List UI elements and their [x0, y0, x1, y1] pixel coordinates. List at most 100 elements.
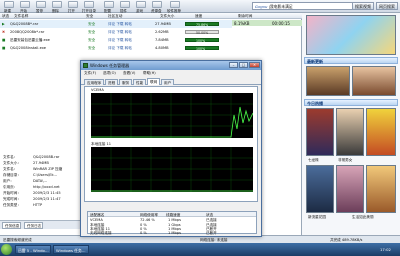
tab-performance[interactable]: 性能: [133, 79, 147, 85]
row-community: 评论 下载 转帖: [108, 30, 132, 34]
row-speed-cell: 8.1%KB 00:00:15: [232, 20, 302, 26]
poster-image[interactable]: [336, 108, 364, 156]
close-button[interactable]: ✕: [249, 62, 260, 68]
tab-users[interactable]: 用户: [161, 79, 175, 85]
tab-services[interactable]: 服务: [119, 79, 133, 85]
poster-image[interactable]: [306, 108, 334, 156]
col-community[interactable]: 社区互动: [108, 14, 122, 19]
maximize-button[interactable]: □: [239, 62, 248, 68]
col-filename[interactable]: 文件名称: [14, 14, 28, 19]
col-size[interactable]: 文件大小: [160, 14, 174, 19]
poster-image[interactable]: [336, 165, 364, 213]
banner-image[interactable]: [306, 15, 396, 55]
right-promo-panel: 最新更新 今日热播 七龙珠 非常男女 新流星花园 生活如此美丽: [302, 13, 400, 235]
table-row[interactable]: ■ Q&Q2008Install.exe 安全 评论 下载 转帖 4.80MB …: [0, 44, 232, 52]
col-safety[interactable]: 安全: [86, 14, 93, 19]
minimize-button[interactable]: –: [229, 62, 238, 68]
tab-processes[interactable]: 进程: [105, 79, 119, 85]
start-icon: [20, 1, 30, 8]
network-graph: [91, 93, 253, 138]
row-size: 7.84MB: [155, 38, 169, 42]
row-progress-bar: 100%: [185, 46, 219, 51]
row-community: 评论 下载 转帖: [108, 22, 132, 26]
row-community: 评论 下载 转帖: [108, 38, 132, 42]
adapter-table: 适配器名 网络使用率 线路速度 状态 VCEMA 72.46 % 1 Mbps …: [87, 211, 257, 236]
game-icon: [136, 1, 146, 8]
box-icon: [152, 1, 162, 8]
search-video-button[interactable]: 搜索视频: [352, 2, 374, 10]
menu-bar: 文件(F) 选项(O) 查看(V) 帮助(H): [81, 70, 261, 77]
tab-task-info[interactable]: 任务信息: [2, 222, 22, 229]
row-filename: Q&Q2008Install.exe: [10, 46, 46, 50]
menu-file[interactable]: 文件(F): [84, 71, 96, 76]
poster-caption[interactable]: 新流星花园: [308, 215, 326, 220]
row-safe: 安全: [88, 22, 96, 26]
poster-caption[interactable]: 七龙珠: [308, 158, 319, 163]
tab-strip: 应用程序 进程 服务 性能 联网 用户: [81, 78, 261, 85]
network-graph: [91, 147, 253, 192]
window-titlebar[interactable]: Windows 任务管理器 – □ ✕: [81, 61, 261, 70]
poster-image[interactable]: [366, 165, 396, 213]
new-task-icon: [4, 1, 14, 8]
complete-icon: ■: [2, 46, 6, 50]
delete-icon: [52, 1, 62, 8]
search-placeholder: |我电影未满足: [268, 4, 293, 9]
menu-options[interactable]: 选项(O): [103, 71, 116, 76]
search-brand-logo: Gogou: [255, 4, 268, 9]
folder-icon: [84, 1, 94, 8]
open-icon: [68, 1, 78, 8]
row-community: 评论 下载 转帖: [108, 46, 132, 50]
bottom-tabs: 任务信息 任务日志: [0, 220, 80, 229]
tab-networking[interactable]: 联网: [147, 78, 161, 85]
adapter-name[interactable]: 无线网络连接: [90, 231, 112, 236]
row-safe: 安全: [88, 46, 96, 50]
row-safe: 安全: [88, 38, 96, 42]
start-orb-icon[interactable]: [1, 244, 12, 255]
poster-image[interactable]: [352, 66, 396, 96]
row-safe: 安全: [88, 30, 96, 34]
row-progress-bar: 50.00%: [185, 30, 219, 35]
poster-caption[interactable]: 非常男女: [338, 158, 352, 163]
poster-image[interactable]: [306, 66, 350, 96]
col-remaining[interactable]: 剩余时间: [238, 14, 252, 19]
toolbar: 新建 开始 暂停 删除 打开 打开目录 配置 插件 游戏 资源盒 软件推荐 Go…: [0, 0, 400, 13]
row-filename: 2008QQ2008b*.rar: [10, 30, 45, 34]
poster-image[interactable]: [366, 108, 396, 156]
gear-icon: [104, 1, 114, 8]
row-filename: 迅雷安装包迅雷云播.exe: [10, 38, 50, 42]
row-progress-bar: 100%: [185, 38, 219, 43]
menu-help[interactable]: 帮助(H): [143, 71, 156, 76]
row-filename: Q&Q2008B*.rar: [10, 22, 39, 26]
table-header: 状态 文件名称 安全 社区互动 文件大小 速度 剩余时间: [0, 13, 302, 19]
network-graph-svg: [91, 93, 253, 138]
poster-image[interactable]: [306, 165, 334, 213]
networking-content: VCEMA 本地连接 11: [84, 86, 258, 202]
network-graph-svg: [91, 147, 253, 192]
window-title: Windows 任务管理器: [90, 63, 130, 68]
adapter-name[interactable]: VCEMA: [90, 218, 103, 222]
taskbar: 迅雷 5 - Windo… Windows 任务… 17:02: [0, 243, 400, 256]
plugin-icon: [120, 1, 130, 8]
tab-applications[interactable]: 应用程序: [84, 79, 105, 85]
pause-icon: [36, 1, 46, 8]
row-progress-bar: 75.86%: [185, 22, 219, 27]
tab-task-log[interactable]: 任务日志: [24, 222, 44, 229]
task-manager-window: Windows 任务管理器 – □ ✕ 文件(F) 选项(O) 查看(V) 帮助…: [80, 60, 262, 237]
col-status[interactable]: 状态: [2, 14, 9, 19]
row-size: 2.62MB: [155, 30, 169, 34]
row-size: 4.80MB: [155, 46, 169, 50]
web-search-button[interactable]: 网页搜索: [376, 2, 398, 10]
taskbar-button[interactable]: 迅雷 5 - Windo…: [15, 245, 51, 254]
menu-view[interactable]: 查看(V): [123, 71, 135, 76]
error-icon: ✖: [2, 30, 6, 34]
table-row[interactable]: ■ 迅雷安装包迅雷云播.exe 安全 评论 下载 转帖 7.84MB 100%: [0, 36, 232, 44]
col-speed[interactable]: 速度: [195, 14, 202, 19]
task-manager-icon: [83, 63, 88, 68]
poster-caption[interactable]: 生活如此美丽: [352, 215, 374, 220]
section-title-latest: 最新更新: [304, 57, 398, 64]
table-row[interactable]: ▶ Q&Q2008B*.rar 安全 评论 下载 转帖 27.94MB 75.8…: [0, 20, 232, 28]
taskbar-button[interactable]: Windows 任务…: [53, 245, 89, 254]
downloading-icon: ▶: [2, 22, 5, 26]
table-row[interactable]: ✖ 2008QQ2008b*.rar 安全 评论 下载 转帖 2.62MB 50…: [0, 28, 232, 36]
clock: 17:02: [380, 247, 391, 252]
